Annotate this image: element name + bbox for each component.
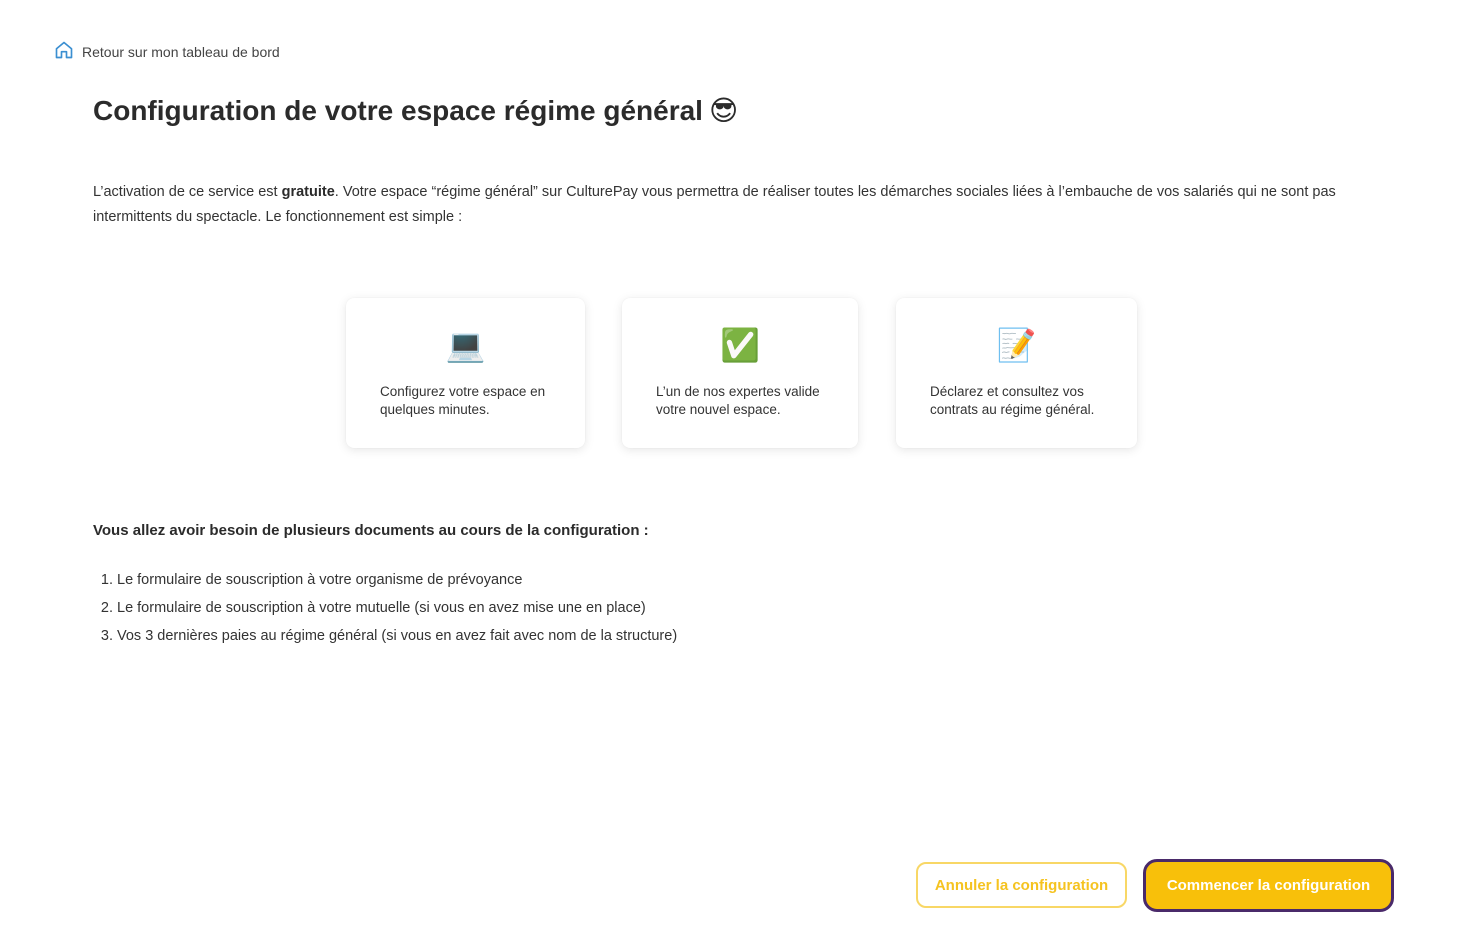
list-item: Le formulaire de souscription à votre mu… <box>117 594 677 622</box>
check-mark-icon: ✅ <box>720 327 760 363</box>
intro-bold-free: gratuite <box>281 184 335 200</box>
list-item: Vos 3 dernières paies au régime général … <box>117 622 677 650</box>
intro-text-part1: L’activation de ce service est <box>93 184 282 200</box>
cancel-configuration-button[interactable]: Annuler la configuration <box>916 862 1127 908</box>
back-to-dashboard-link[interactable]: Retour sur mon tableau de bord <box>54 40 280 63</box>
step-card-validate: ✅ L’un de nos expertes valide votre nouv… <box>622 298 858 448</box>
step-text: L’un de nos expertes valide votre nouvel… <box>656 384 820 417</box>
memo-icon: 📝 <box>996 327 1037 363</box>
laptop-icon: 💻 <box>445 327 486 363</box>
step-card-declare: 📝 Déclarez et consultez vos contrats au … <box>896 298 1137 448</box>
documents-list: Le formulaire de souscription à votre or… <box>93 566 677 650</box>
start-configuration-button[interactable]: Commencer la configuration <box>1143 859 1394 912</box>
back-link-label: Retour sur mon tableau de bord <box>82 43 280 60</box>
step-card-configure: 💻 Configurez votre espace en quelques mi… <box>346 298 585 448</box>
step-text: Configurez votre espace en quelques minu… <box>380 384 546 417</box>
page-title-text: Configuration de votre espace régime gén… <box>93 94 703 126</box>
step-text: Déclarez et consultez vos contrats au ré… <box>930 384 1095 417</box>
sunglasses-emoji-icon: 😎 <box>708 95 739 126</box>
list-item: Le formulaire de souscription à votre or… <box>117 566 677 594</box>
intro-paragraph: L’activation de ce service est gratuite.… <box>93 180 1393 230</box>
documents-heading: Vous allez avoir besoin de plusieurs doc… <box>93 522 649 539</box>
page-title: Configuration de votre espace régime gén… <box>93 94 738 127</box>
home-icon <box>54 40 74 63</box>
